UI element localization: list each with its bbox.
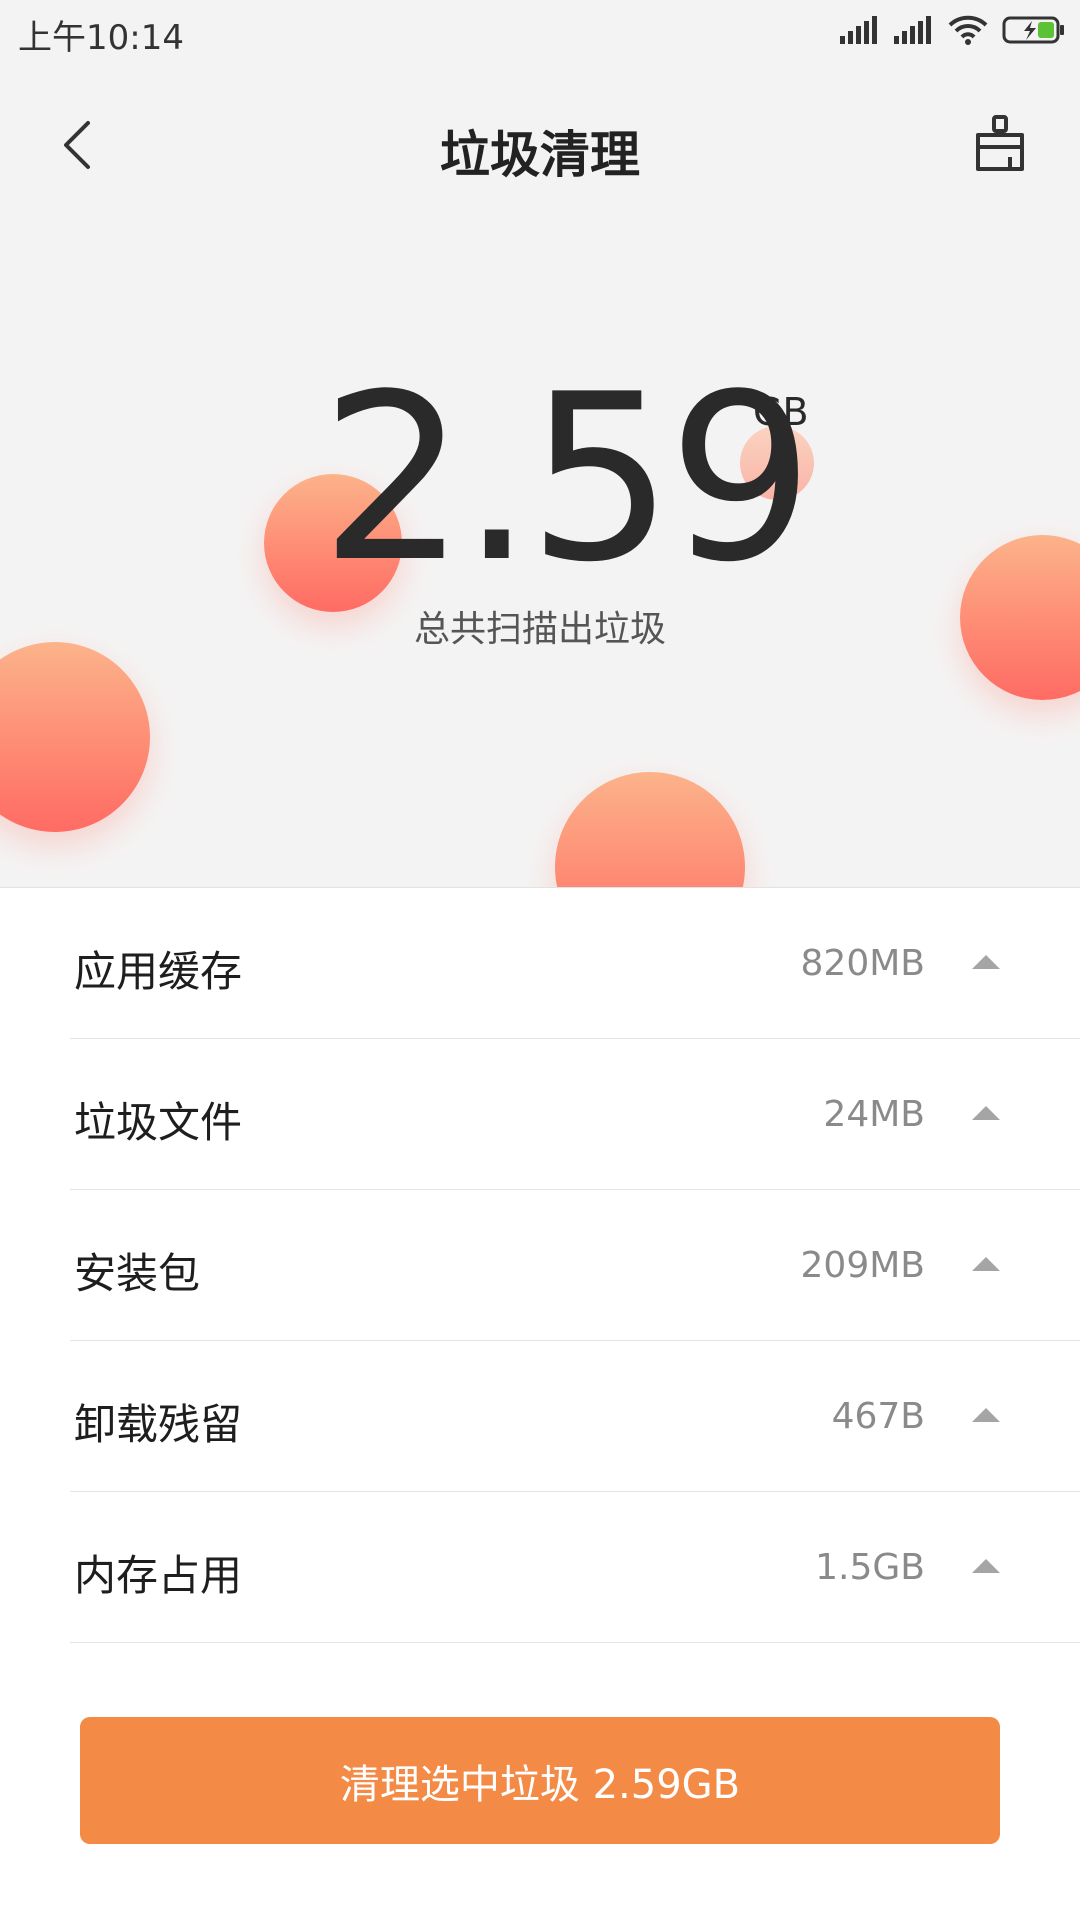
category-size: 24MB	[823, 1094, 925, 1135]
list-item[interactable]: 卸载残留 467B	[70, 1341, 1080, 1492]
category-size: 1.5GB	[815, 1547, 925, 1588]
category-size: 820MB	[800, 943, 925, 984]
list-item[interactable]: 垃圾文件 24MB	[70, 1039, 1080, 1190]
category-label: 卸载残留	[74, 1400, 243, 1449]
status-icons	[840, 10, 1066, 50]
broom-icon	[976, 115, 1024, 171]
junk-size-unit: GB	[753, 390, 809, 434]
signal-icon	[840, 16, 880, 44]
category-label: 安装包	[74, 1249, 201, 1298]
expand-arrow-icon[interactable]	[972, 1257, 1000, 1271]
decorative-bubble	[0, 642, 150, 832]
status-bar: 上午10:14	[0, 0, 1080, 60]
status-time: 上午10:14	[18, 18, 184, 58]
list-item[interactable]: 应用缓存 820MB	[70, 888, 1080, 1039]
page-title: 垃圾清理	[440, 126, 640, 184]
category-list: 应用缓存 820MB 垃圾文件 24MB 安装包 209MB 卸载残留 467B…	[0, 888, 1080, 1643]
expand-arrow-icon[interactable]	[972, 955, 1000, 969]
battery-charging-icon	[1002, 15, 1066, 45]
junk-size-caption: 总共扫描出垃圾	[413, 609, 666, 650]
category-label: 内存占用	[74, 1551, 243, 1600]
clean-selected-button[interactable]: 清理选中垃圾 2.59GB	[80, 1717, 1000, 1844]
junk-size-value: 2.59	[320, 346, 814, 613]
expand-arrow-icon[interactable]	[972, 1559, 1000, 1573]
wifi-icon	[948, 15, 988, 45]
broom-button[interactable]	[970, 113, 1034, 177]
list-item[interactable]: 安装包 209MB	[70, 1190, 1080, 1341]
expand-arrow-icon[interactable]	[972, 1106, 1000, 1120]
header-area: 上午10:14 垃圾清理 2.59 GB 总共扫描出垃圾	[0, 0, 1080, 888]
signal-icon	[894, 16, 934, 44]
expand-arrow-icon[interactable]	[972, 1408, 1000, 1422]
list-item[interactable]: 内存占用 1.5GB	[70, 1492, 1080, 1643]
category-size: 467B	[831, 1396, 925, 1437]
category-size: 209MB	[800, 1245, 925, 1286]
category-label: 应用缓存	[74, 947, 243, 996]
decorative-bubble	[555, 772, 745, 887]
category-label: 垃圾文件	[74, 1098, 243, 1147]
navigation-bar: 垃圾清理	[0, 95, 1080, 195]
